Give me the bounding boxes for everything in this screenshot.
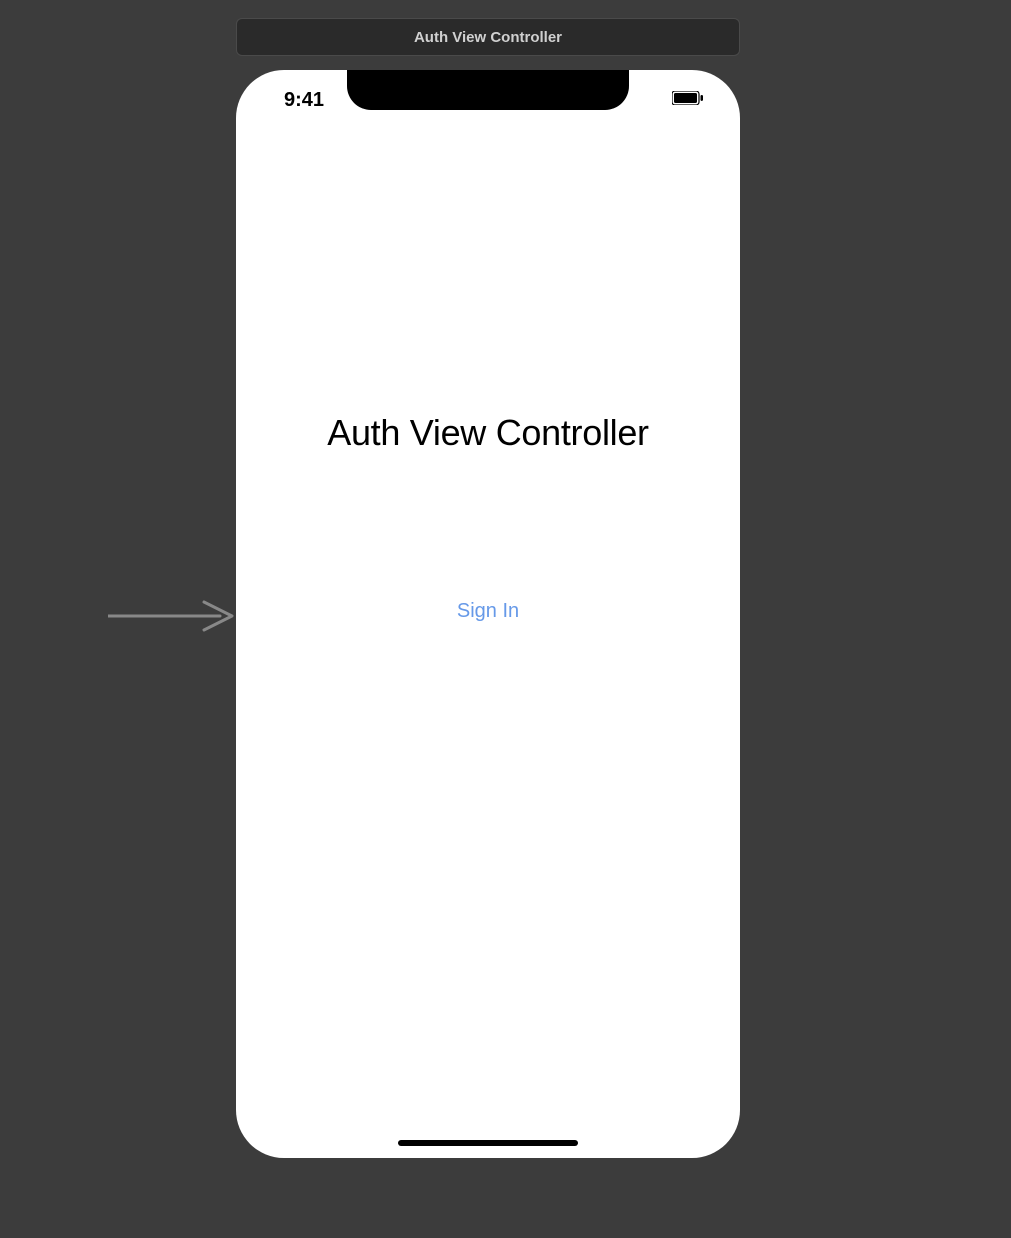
segue-arrow-icon[interactable] — [108, 598, 236, 634]
scene-title-text: Auth View Controller — [414, 29, 562, 46]
device-frame[interactable]: 9:41 Auth View Controller Sign In — [236, 70, 740, 1158]
auth-view-content: Auth View Controller Sign In — [236, 70, 740, 1158]
home-indicator — [398, 1140, 578, 1146]
sign-in-button[interactable]: Sign In — [236, 600, 740, 623]
screen-title-label: Auth View Controller — [236, 412, 740, 454]
scene-title-bar[interactable]: Auth View Controller — [236, 18, 740, 56]
